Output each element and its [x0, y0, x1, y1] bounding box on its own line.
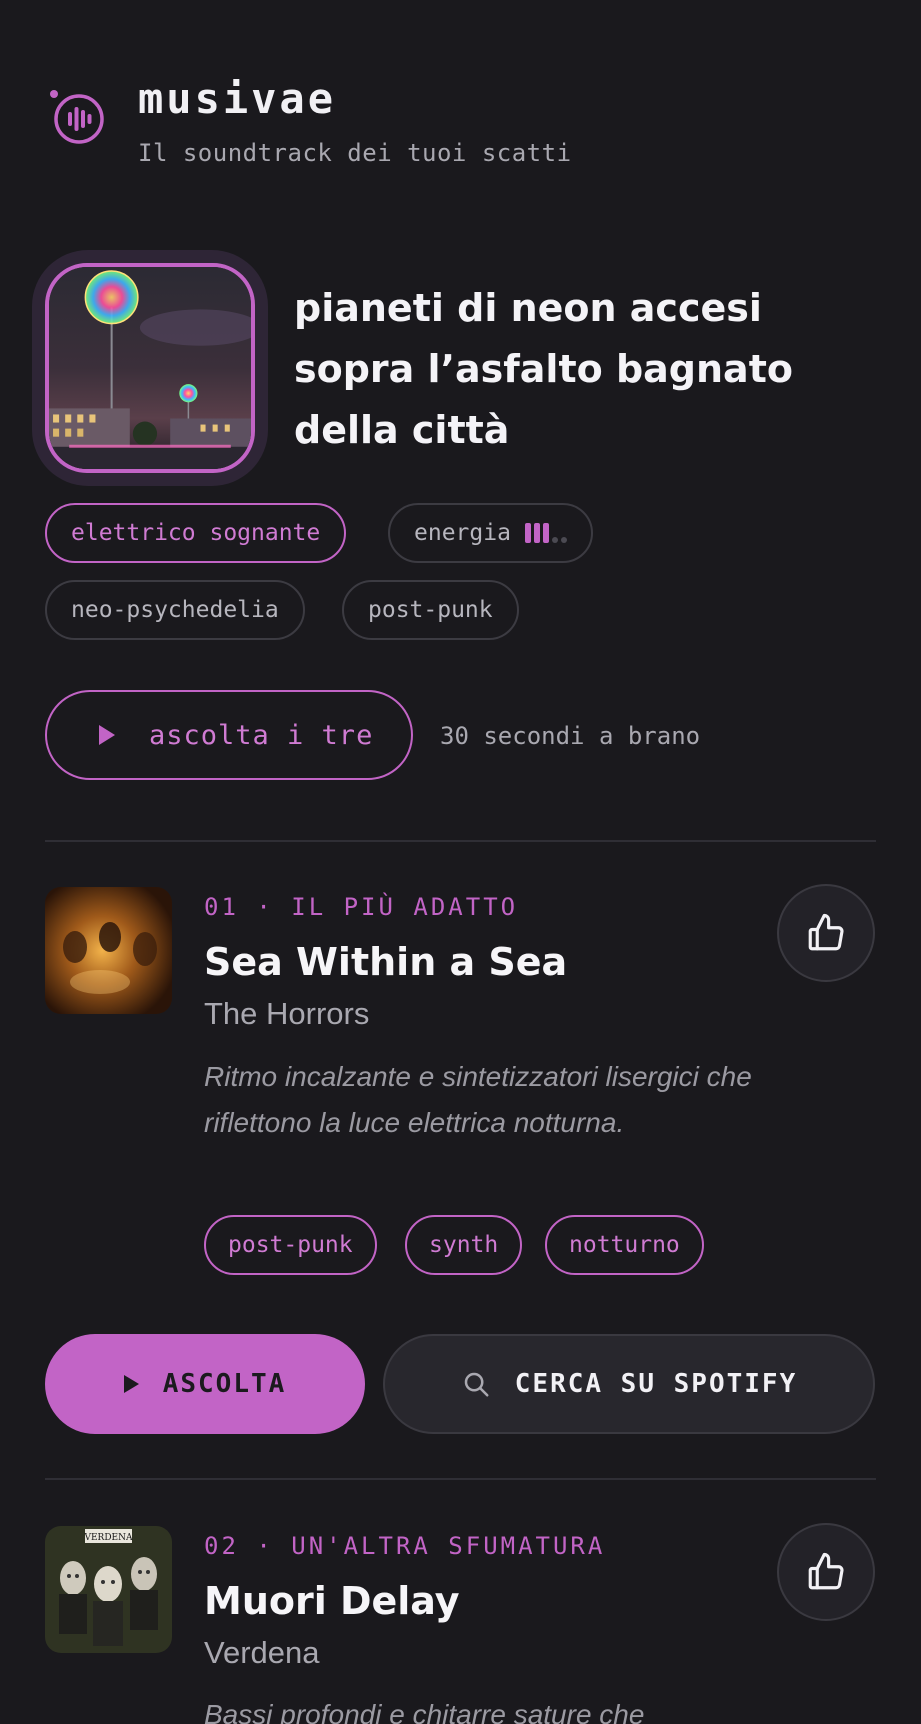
- track-title-1: Sea Within a Sea: [204, 940, 568, 984]
- cover-band-name: VERDENA: [83, 1533, 133, 1543]
- divider: [45, 840, 876, 842]
- genre-chip-label: neo-psychedelia: [71, 597, 279, 623]
- track-cover-2: VERDENA: [45, 1526, 172, 1653]
- spotify-label: CERCA SU SPOTIFY: [514, 1369, 798, 1399]
- track-label-1: 01 · IL PIÙ ADATTO: [204, 893, 519, 921]
- track-tag-label: notturno: [569, 1232, 680, 1258]
- track-artist-2: Verdena: [204, 1635, 320, 1670]
- play-all-label: ascolta i tre: [149, 719, 374, 751]
- thumbs-up-icon: [808, 913, 844, 951]
- genre-chip-post-punk[interactable]: post-punk: [342, 580, 519, 640]
- duration-note: 30 secondi a brano: [440, 722, 701, 750]
- app-name: musivae: [138, 74, 337, 123]
- like-button-1[interactable]: [777, 884, 875, 982]
- track-tag[interactable]: synth: [405, 1215, 523, 1275]
- play-icon: [99, 725, 115, 745]
- play-icon: [123, 1375, 139, 1393]
- mood-chip[interactable]: elettrico sognante: [45, 503, 347, 563]
- listen-button[interactable]: ASCOLTA: [45, 1334, 365, 1434]
- energy-chip[interactable]: energia: [388, 503, 593, 563]
- energy-level-meter: [524, 523, 567, 543]
- thumbs-up-icon: [808, 1552, 844, 1590]
- track-title-2: Muori Delay: [204, 1579, 460, 1623]
- listen-label: ASCOLTA: [162, 1369, 287, 1399]
- divider: [45, 1478, 876, 1480]
- track-description-2: Bassi profondi e chitarre sature che: [204, 1699, 645, 1724]
- track-tag[interactable]: notturno: [545, 1215, 704, 1275]
- genre-chip-neo-psychedelia[interactable]: neo-psychedelia: [45, 580, 305, 640]
- photo-caption: pianeti di neon accesi sopra l’asfalto b…: [294, 286, 793, 452]
- play-all-button[interactable]: ascolta i tre: [45, 690, 413, 780]
- search-spotify-button[interactable]: CERCA SU SPOTIFY: [383, 1334, 875, 1434]
- track-label-2: 02 · UN'ALTRA SFUMATURA: [204, 1532, 606, 1560]
- track-cover-1: [45, 887, 172, 1014]
- genre-chip-label: post-punk: [368, 597, 493, 623]
- musivae-logo-icon: [48, 88, 106, 146]
- search-icon: [464, 1372, 489, 1397]
- track-artist-1: The Horrors: [204, 996, 370, 1031]
- track-tag-label: post-punk: [228, 1232, 353, 1258]
- app-tagline: Il soundtrack dei tuoi scatti: [138, 139, 572, 167]
- track-tag-label: synth: [429, 1232, 499, 1258]
- energy-chip-label: energia: [414, 520, 511, 546]
- uploaded-photo[interactable]: [45, 263, 255, 473]
- like-button-2[interactable]: [777, 1523, 875, 1621]
- mood-chip-label: elettrico sognante: [71, 520, 321, 546]
- track-description-1: Ritmo incalzante e sintetizzatori liserg…: [204, 1061, 752, 1138]
- track-tag[interactable]: post-punk: [204, 1215, 377, 1275]
